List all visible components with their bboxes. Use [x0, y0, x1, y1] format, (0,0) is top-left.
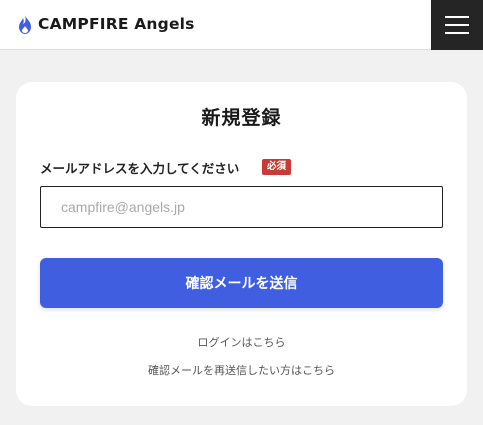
hamburger-menu-button[interactable]: [431, 0, 483, 50]
email-label: メールアドレスを入力してください: [40, 161, 240, 176]
resend-confirmation-link[interactable]: 確認メールを再送信したい方はこちら: [16, 362, 467, 378]
hamburger-menu-icon: [445, 32, 469, 34]
hamburger-menu-icon: [445, 16, 469, 18]
email-input[interactable]: [40, 186, 443, 228]
send-confirmation-email-button[interactable]: 確認メールを送信: [40, 258, 443, 308]
signup-card: 新規登録 メールアドレスを入力してください 必須 確認メールを送信 ログインはこ…: [16, 82, 467, 406]
hamburger-menu-icon: [445, 24, 469, 26]
login-link[interactable]: ログインはこちら: [16, 334, 467, 350]
required-badge: 必須: [262, 159, 292, 175]
flame-icon: [18, 14, 32, 34]
page-title: 新規登録: [201, 107, 282, 129]
logo-text: CAMPFIRE Angels: [38, 15, 195, 33]
site-header: CAMPFIRE Angels: [0, 0, 483, 50]
site-logo[interactable]: CAMPFIRE Angels: [18, 12, 195, 36]
